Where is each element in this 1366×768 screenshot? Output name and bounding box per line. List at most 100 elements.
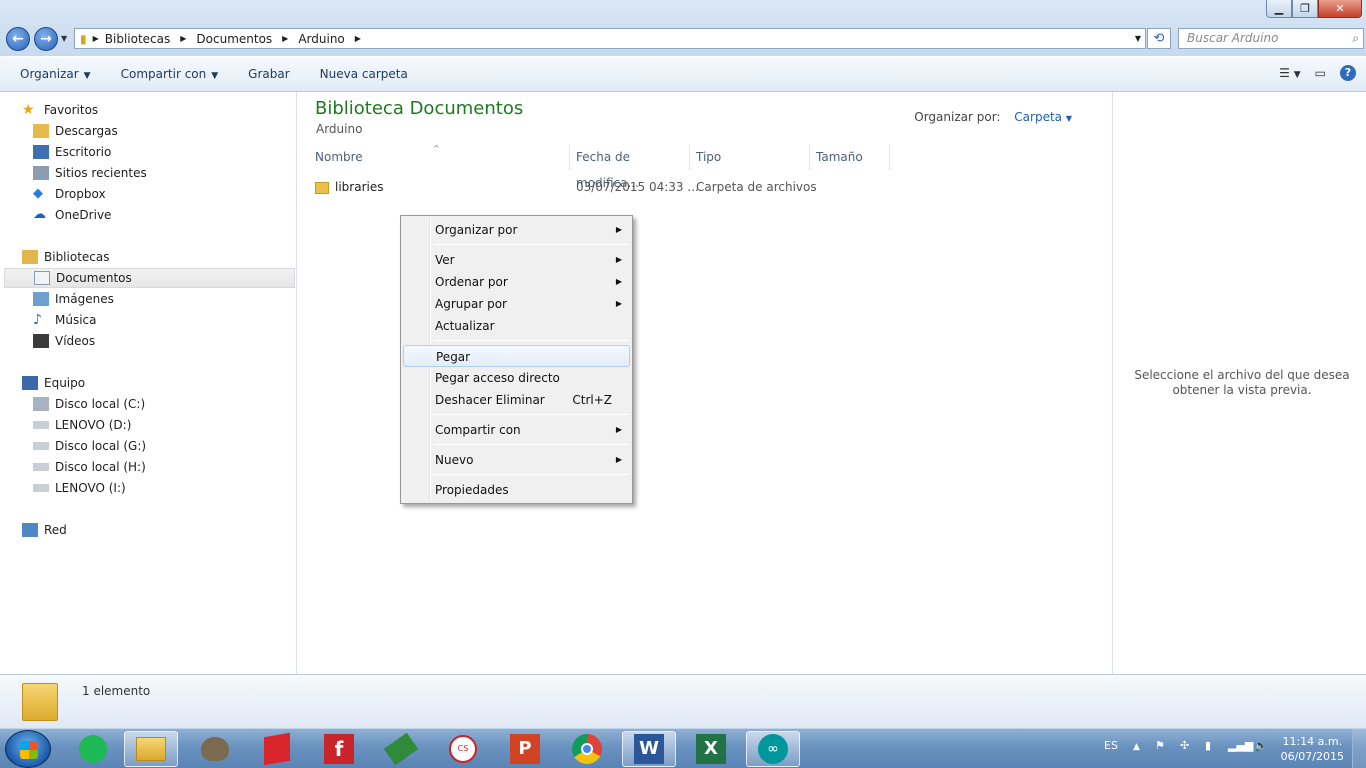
nav-drive-d[interactable]: LENOVO (D:) bbox=[33, 415, 131, 435]
nav-label: Música bbox=[55, 313, 97, 327]
menu-organize-by[interactable]: Organizar por ▶ bbox=[403, 219, 630, 241]
toolbar-right: ☰ ▼ ▭ ? bbox=[1279, 65, 1356, 81]
breadcrumb-bibliotecas[interactable]: Bibliotecas bbox=[105, 32, 170, 46]
column-fecha[interactable]: Fecha de modifica... bbox=[570, 144, 690, 190]
menu-refresh[interactable]: Actualizar bbox=[403, 315, 630, 337]
search-icon[interactable]: ⌕ bbox=[1352, 29, 1359, 48]
nav-drive-g[interactable]: Disco local (G:) bbox=[33, 436, 146, 456]
nav-equipo[interactable]: Equipo bbox=[22, 373, 85, 393]
help-icon[interactable]: ? bbox=[1340, 65, 1356, 81]
new-folder-button[interactable]: Nueva carpeta bbox=[310, 67, 418, 81]
share-button[interactable]: Compartir con ▼ bbox=[111, 67, 229, 81]
column-nombre[interactable]: Nombre ^ bbox=[309, 144, 570, 170]
close-button[interactable]: ✕ bbox=[1318, 0, 1362, 18]
address-bar[interactable]: ▮ ▶ Bibliotecas ▶ Documentos ▶ Arduino ▶… bbox=[74, 28, 1146, 49]
nav-drive-h[interactable]: Disco local (H:) bbox=[33, 457, 146, 477]
taskbar-chrome[interactable] bbox=[560, 731, 614, 767]
nav-onedrive[interactable]: ☁ OneDrive bbox=[33, 205, 111, 225]
back-button[interactable]: ← bbox=[6, 27, 30, 51]
file-row[interactable]: libraries 03/07/2015 04:33 ... Carpeta d… bbox=[315, 177, 1105, 197]
nav-documentos[interactable]: Documentos bbox=[4, 268, 295, 288]
menu-sort-by[interactable]: Ordenar por ▶ bbox=[403, 271, 630, 293]
taskbar-fritzing[interactable]: f bbox=[312, 731, 366, 767]
breadcrumb-arrow-icon[interactable]: ▶ bbox=[355, 34, 361, 43]
minimize-button[interactable]: ▁ bbox=[1266, 0, 1292, 18]
nav-drive-i[interactable]: LENOVO (I:) bbox=[33, 478, 126, 498]
view-options-icon[interactable]: ☰ ▼ bbox=[1279, 66, 1301, 80]
menu-properties[interactable]: Propiedades bbox=[403, 479, 630, 501]
network-icon bbox=[22, 523, 38, 537]
breadcrumb-arrow-icon[interactable]: ▶ bbox=[93, 34, 99, 43]
refresh-icon[interactable]: ⟲ bbox=[1147, 28, 1171, 49]
menu-undo-delete[interactable]: Deshacer Eliminar Ctrl+Z bbox=[403, 389, 630, 411]
taskbar-spotify[interactable] bbox=[66, 731, 120, 767]
fritzing-icon: f bbox=[324, 734, 354, 764]
nav-drive-c[interactable]: Disco local (C:) bbox=[33, 394, 145, 414]
dropbox-tray-icon[interactable]: ✣ bbox=[1180, 739, 1189, 752]
show-hidden-icons[interactable]: ▲ bbox=[1133, 742, 1140, 752]
menu-view[interactable]: Ver ▶ bbox=[403, 249, 630, 271]
item-count: 1 elemento bbox=[82, 684, 151, 698]
nav-sitios-recientes[interactable]: Sitios recientes bbox=[33, 163, 147, 183]
nav-descargas[interactable]: Descargas bbox=[33, 121, 118, 141]
taskbar-excel[interactable]: X bbox=[684, 731, 738, 767]
breadcrumb-arrow-icon[interactable]: ▶ bbox=[282, 34, 288, 43]
nav-escritorio[interactable]: Escritorio bbox=[33, 142, 111, 162]
nav-label: LENOVO (I:) bbox=[55, 481, 126, 495]
language-indicator[interactable]: ES bbox=[1104, 739, 1118, 752]
column-label: Nombre bbox=[315, 150, 363, 164]
taskbar-gimp[interactable] bbox=[188, 731, 242, 767]
column-tamano[interactable]: Tamaño bbox=[810, 144, 890, 170]
maximize-button[interactable]: ❐ bbox=[1292, 0, 1318, 18]
menu-label: Organizar por bbox=[435, 223, 518, 237]
taskbar-powerpoint[interactable]: P bbox=[498, 731, 552, 767]
search-input[interactable]: Buscar Arduino ⌕ bbox=[1178, 28, 1364, 49]
preview-pane-icon[interactable]: ▭ bbox=[1315, 66, 1326, 80]
taskbar-word[interactable]: W bbox=[622, 731, 676, 767]
nav-favorites[interactable]: ★ Favoritos bbox=[22, 100, 98, 120]
address-dropdown-icon[interactable]: ▼ bbox=[1135, 34, 1141, 43]
system-drive-icon bbox=[33, 397, 49, 411]
nav-dropbox[interactable]: ◆ Dropbox bbox=[33, 184, 106, 204]
menu-share-with[interactable]: Compartir con ▶ bbox=[403, 419, 630, 441]
nav-red[interactable]: Red bbox=[22, 520, 67, 540]
star-icon: ★ bbox=[22, 102, 35, 118]
menu-paste-shortcut[interactable]: Pegar acceso directo bbox=[403, 367, 630, 389]
taskbar-pcb[interactable] bbox=[374, 731, 428, 767]
breadcrumb-documentos[interactable]: Documentos bbox=[196, 32, 272, 46]
taskbar-arduino[interactable]: ∞ bbox=[746, 731, 800, 767]
volume-icon[interactable]: 🔈 bbox=[1254, 739, 1268, 752]
taskbar-explorer[interactable] bbox=[124, 731, 178, 767]
taskbar-sketchup[interactable] bbox=[250, 731, 304, 767]
pictures-library-icon bbox=[33, 292, 49, 306]
nav-musica[interactable]: ♪ Música bbox=[33, 310, 97, 330]
organize-button[interactable]: Organizar ▼ bbox=[10, 67, 101, 81]
battery-icon[interactable]: ▮ bbox=[1205, 739, 1211, 752]
nav-videos[interactable]: Vídeos bbox=[33, 331, 95, 351]
nav-label: Disco local (H:) bbox=[55, 460, 146, 474]
nav-bibliotecas[interactable]: Bibliotecas bbox=[22, 247, 109, 267]
recent-pages-chevron-icon[interactable]: ▼ bbox=[61, 34, 67, 43]
menu-group-by[interactable]: Agrupar por ▶ bbox=[403, 293, 630, 315]
clock-time: 11:14 a.m. bbox=[1282, 735, 1343, 748]
file-date: 03/07/2015 04:33 ... bbox=[576, 180, 699, 194]
nav-label: Sitios recientes bbox=[55, 166, 147, 180]
signal-icon[interactable]: ▂▄▆ bbox=[1228, 739, 1253, 752]
nav-imagenes[interactable]: Imágenes bbox=[33, 289, 114, 309]
menu-label: Compartir con bbox=[435, 423, 521, 437]
nav-label: Red bbox=[44, 523, 67, 537]
forward-button[interactable]: → bbox=[34, 27, 58, 51]
breadcrumb-arduino[interactable]: Arduino bbox=[298, 32, 344, 46]
action-center-flag-icon[interactable]: ⚑ bbox=[1155, 739, 1165, 752]
downloads-folder-icon bbox=[33, 124, 49, 138]
menu-paste[interactable]: Pegar bbox=[403, 345, 630, 367]
burn-button[interactable]: Grabar bbox=[238, 67, 300, 81]
column-tipo[interactable]: Tipo bbox=[690, 144, 810, 170]
start-button[interactable] bbox=[5, 730, 51, 768]
clock[interactable]: 11:14 a.m. 06/07/2015 bbox=[1281, 734, 1344, 764]
menu-new[interactable]: Nuevo ▶ bbox=[403, 449, 630, 471]
taskbar-eagle[interactable]: CS bbox=[436, 731, 490, 767]
breadcrumb-arrow-icon[interactable]: ▶ bbox=[180, 34, 186, 43]
arrange-dropdown[interactable]: Carpeta ▼ bbox=[1014, 110, 1072, 124]
show-desktop-button[interactable] bbox=[1352, 729, 1366, 768]
